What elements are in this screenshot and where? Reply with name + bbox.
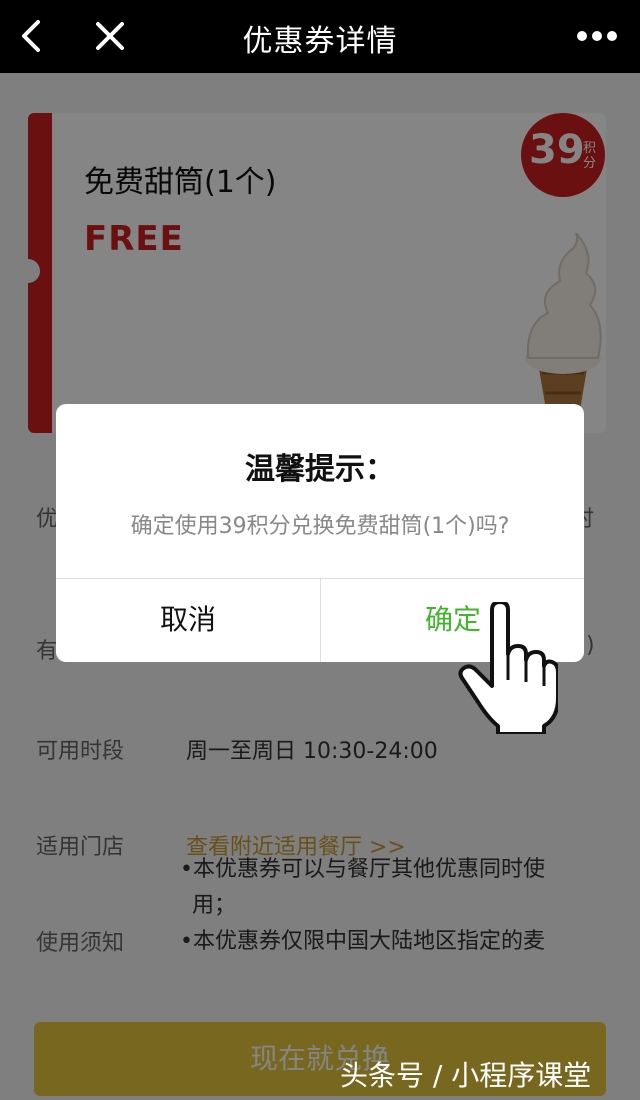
top-nav-bar: 优惠券详情 — [0, 0, 640, 73]
watermark-text: 头条号 / 小程序课堂 — [340, 1059, 592, 1092]
cancel-button[interactable]: 取消 — [56, 578, 320, 662]
dialog-message: 确定使用39积分兑换免费甜筒(1个)吗? — [130, 514, 510, 539]
more-dots-icon[interactable] — [576, 26, 618, 46]
pointing-hand-icon — [458, 602, 558, 734]
dialog-title: 温馨提示： — [245, 452, 395, 487]
page-title: 优惠券详情 — [242, 24, 398, 59]
